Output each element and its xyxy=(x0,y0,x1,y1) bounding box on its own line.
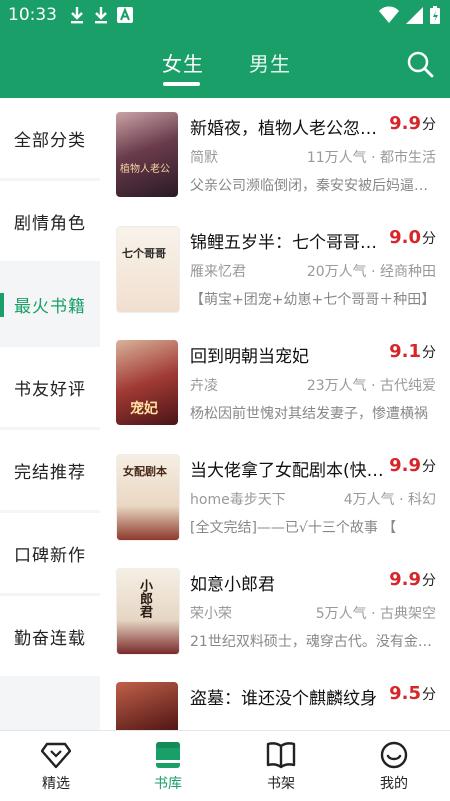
category-sidebar: 全部分类 剧情角色 最火书籍 书友好评 完结推荐 口碑新作 勤奋连载 xyxy=(0,98,100,730)
sidebar-item-plot-roles[interactable]: 剧情角色 xyxy=(0,181,100,261)
sidebar-item-hottest-books[interactable]: 最火书籍 xyxy=(0,264,100,344)
book-author: 荣小荣 xyxy=(190,606,232,622)
book-meta: 11万人气 · 都市生活 xyxy=(306,150,436,166)
sidebar-item-serializing[interactable]: 勤奋连载 xyxy=(0,596,100,676)
open-book-icon xyxy=(266,742,296,769)
book-score: 9.5分 xyxy=(389,683,436,704)
status-time: 10:33 xyxy=(8,5,57,25)
nav-item-library[interactable]: 书库 xyxy=(112,731,224,801)
book-meta: 23万人气 · 古代纯爱 xyxy=(306,378,436,394)
book-item[interactable]: 女配剧本 当大佬拿了女配剧本(快穿) 9.9分 home毒步天下 4万人气 · … xyxy=(100,440,450,555)
nav-item-featured[interactable]: 精选 xyxy=(0,731,112,801)
book-stack-icon xyxy=(156,742,180,768)
battery-icon xyxy=(430,6,440,24)
book-score: 9.1分 xyxy=(389,341,436,362)
sidebar-item-completed[interactable]: 完结推荐 xyxy=(0,430,100,510)
top-header: 女生 男生 xyxy=(0,30,450,98)
book-cover: 女配剧本 xyxy=(116,454,180,541)
download-icon xyxy=(71,7,83,24)
book-author: home毒步天下 xyxy=(190,492,286,508)
a-icon xyxy=(117,7,133,23)
book-item[interactable]: 盗墓：谁还没个麒麟纹身 9.5分 xyxy=(100,668,450,730)
sidebar-item-reader-reviews[interactable]: 书友好评 xyxy=(0,347,100,427)
book-description: 杨松因前世愧对其结发妻子，惨遭横祸 xyxy=(190,406,428,422)
tab-indicator xyxy=(163,82,200,86)
book-list: 植物人老公 新婚夜，植物人老公忽然睁开眼 9.9分 简默 11万人气 · 都市生… xyxy=(100,98,450,730)
book-score: 9.9分 xyxy=(389,455,436,476)
book-title: 盗墓：谁还没个麒麟纹身 xyxy=(190,689,377,709)
status-bar: 10:33 xyxy=(0,0,450,30)
nav-item-bookshelf[interactable]: 书架 xyxy=(225,731,337,801)
book-score: 9.9分 xyxy=(389,569,436,590)
book-cover: 小郎君 xyxy=(116,568,180,655)
book-description: [全文完结]——已√十三个故事 【 xyxy=(190,520,397,536)
book-cover: 七个哥哥 xyxy=(116,226,180,313)
sidebar-item-new-works[interactable]: 口碑新作 xyxy=(0,513,100,593)
nav-item-me[interactable]: 我的 xyxy=(338,731,450,801)
book-meta: 5万人气 · 古典架空 xyxy=(315,606,436,622)
book-title: 新婚夜，植物人老公忽然睁开眼 xyxy=(190,119,386,139)
signal-icon xyxy=(406,6,423,24)
search-icon[interactable] xyxy=(406,50,434,78)
book-meta: 20万人气 · 经商种田 xyxy=(306,264,436,280)
sidebar-item-all-categories[interactable]: 全部分类 xyxy=(0,98,100,178)
book-title: 锦鲤五岁半：七个哥哥被我养成了大佬 xyxy=(190,233,386,253)
bottom-nav: 精选 书库 书架 我的 xyxy=(0,730,450,801)
book-cover: 宠妃 xyxy=(116,340,178,425)
book-score: 9.0分 xyxy=(389,227,436,248)
book-item[interactable]: 七个哥哥 锦鲤五岁半：七个哥哥被我养成了大佬 9.0分 雁来忆君 20万人气 ·… xyxy=(100,212,450,327)
book-author: 卉凌 xyxy=(190,378,218,394)
tab-female[interactable]: 女生 xyxy=(162,48,204,77)
book-description: 21世纪双料硕士，魂穿古代。没有金手指 xyxy=(190,634,438,650)
book-cover: 植物人老公 xyxy=(116,112,178,197)
book-description: 【萌宝+团宠+幼崽+七个哥哥＋种田】 xyxy=(190,292,436,308)
tab-male[interactable]: 男生 xyxy=(249,48,291,77)
book-item[interactable]: 宠妃 回到明朝当宠妃 9.1分 卉凌 23万人气 · 古代纯爱 杨松因前世愧对其… xyxy=(100,326,450,441)
book-score: 9.9分 xyxy=(389,113,436,134)
book-item[interactable]: 植物人老公 新婚夜，植物人老公忽然睁开眼 9.9分 简默 11万人气 · 都市生… xyxy=(100,98,450,213)
book-title: 当大佬拿了女配剧本(快穿) xyxy=(190,461,386,481)
book-description: 父亲公司濒临倒闭，秦安安被后妈逼着嫁给植物人 xyxy=(190,178,438,194)
book-title: 如意小郎君 xyxy=(190,575,275,595)
diamond-icon xyxy=(41,742,71,769)
book-author: 雁来忆君 xyxy=(190,264,246,280)
book-cover xyxy=(116,682,178,730)
book-item[interactable]: 小郎君 如意小郎君 9.9分 荣小荣 5万人气 · 古典架空 21世纪双料硕士，… xyxy=(100,554,450,669)
smile-icon xyxy=(380,741,408,769)
download-icon xyxy=(95,7,107,24)
book-author: 简默 xyxy=(190,150,218,166)
wifi-icon xyxy=(379,6,399,23)
book-title: 回到明朝当宠妃 xyxy=(190,347,309,367)
book-meta: 4万人气 · 科幻 xyxy=(343,492,436,508)
